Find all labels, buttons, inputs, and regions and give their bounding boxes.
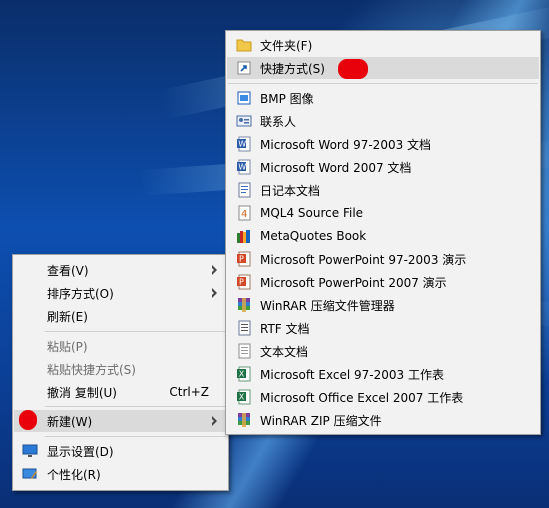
menu-item-shortcut: Ctrl+Z — [169, 385, 209, 399]
submenu-item-rtf[interactable]: RTF 文档 — [227, 317, 539, 339]
submenu-arrow-icon — [210, 288, 217, 298]
submenu-item-label: Microsoft Excel 97-2003 工作表 — [260, 367, 444, 382]
submenu-item-label: RTF 文档 — [260, 321, 310, 336]
menu-separator — [45, 331, 226, 332]
submenu-item-mql4[interactable]: 4 MQL4 Source File — [227, 202, 539, 224]
display-settings-icon — [22, 444, 38, 457]
submenu-item-label: MetaQuotes Book — [260, 229, 367, 243]
contact-icon — [236, 115, 252, 127]
submenu-item-label: 日记本文档 — [260, 183, 321, 198]
submenu-item-label: WinRAR ZIP 压缩文件 — [260, 413, 382, 428]
text-doc-icon — [238, 343, 251, 359]
submenu-item-folder[interactable]: 文件夹(F) — [227, 34, 539, 56]
powerpoint-ppt-icon: P — [237, 251, 251, 267]
submenu-item-winrar-zip[interactable]: WinRAR ZIP 压缩文件 — [227, 409, 539, 431]
menu-item-label: 粘贴(P) — [47, 339, 88, 354]
submenu-item-label: BMP 图像 — [260, 91, 314, 106]
menu-item-personalize[interactable]: 个性化(R) — [14, 463, 227, 485]
winrar-icon — [238, 298, 250, 312]
submenu-item-text-doc[interactable]: 文本文档 — [227, 340, 539, 362]
svg-text:X: X — [239, 393, 245, 402]
menu-item-paste-shortcut[interactable]: 粘贴快捷方式(S) — [14, 358, 227, 380]
menu-separator — [228, 83, 538, 84]
svg-text:W: W — [238, 140, 246, 149]
submenu-item-label: WinRAR 压缩文件管理器 — [260, 298, 395, 313]
submenu-item-shortcut[interactable]: 快捷方式(S) — [227, 57, 539, 79]
submenu-arrow-icon — [210, 416, 217, 426]
svg-text:P: P — [239, 255, 244, 264]
menu-item-label: 显示设置(D) — [47, 444, 114, 459]
svg-text:P: P — [239, 278, 244, 287]
menu-item-undo-copy[interactable]: 撤消 复制(U) Ctrl+Z — [14, 381, 227, 403]
word-doc-icon: W — [237, 136, 251, 152]
bmp-image-icon — [237, 91, 251, 105]
mql4-icon: 4 — [238, 205, 251, 221]
shortcut-icon — [237, 61, 251, 75]
word-docx-icon: W — [237, 159, 251, 175]
submenu-item-bmp[interactable]: BMP 图像 — [227, 87, 539, 109]
submenu-item-label: 快捷方式(S) — [260, 61, 325, 76]
menu-item-label: 新建(W) — [47, 414, 93, 429]
submenu-item-label: MQL4 Source File — [260, 206, 364, 220]
annotation-marker-new — [19, 410, 37, 430]
metaquotes-book-icon — [237, 230, 250, 243]
submenu-item-label: 文件夹(F) — [260, 38, 313, 53]
menu-separator — [45, 436, 226, 437]
submenu-item-ppt-97[interactable]: P Microsoft PowerPoint 97-2003 演示 — [227, 248, 539, 270]
winrar-zip-icon — [238, 413, 250, 427]
personalize-icon — [22, 468, 37, 479]
menu-item-paste[interactable]: 粘贴(P) — [14, 335, 227, 357]
folder-icon — [236, 39, 252, 52]
menu-item-label: 查看(V) — [47, 263, 89, 278]
submenu-item-excel-97[interactable]: X Microsoft Excel 97-2003 工作表 — [227, 363, 539, 385]
menu-item-new[interactable]: 新建(W) — [14, 410, 227, 432]
menu-item-label: 刷新(E) — [47, 309, 88, 324]
svg-text:X: X — [239, 370, 245, 379]
submenu-item-label: Microsoft PowerPoint 97-2003 演示 — [260, 252, 467, 267]
menu-item-sort-by[interactable]: 排序方式(O) — [14, 282, 227, 304]
submenu-item-journal[interactable]: 日记本文档 — [227, 179, 539, 201]
submenu-item-label: 文本文档 — [260, 344, 309, 359]
submenu-item-label: Microsoft Word 97-2003 文档 — [260, 137, 432, 152]
submenu-item-label: Microsoft Office Excel 2007 工作表 — [260, 390, 464, 405]
menu-item-label: 粘贴快捷方式(S) — [47, 362, 136, 377]
menu-separator — [45, 406, 226, 407]
submenu-item-ppt-2007[interactable]: P Microsoft PowerPoint 2007 演示 — [227, 271, 539, 293]
menu-item-label: 撤消 复制(U) — [47, 385, 117, 400]
submenu-arrow-icon — [210, 265, 217, 275]
submenu-item-label: Microsoft Word 2007 文档 — [260, 160, 412, 175]
menu-item-label: 排序方式(O) — [47, 286, 114, 301]
svg-text:W: W — [238, 163, 246, 172]
submenu-item-label: 联系人 — [260, 114, 297, 129]
submenu-item-contact[interactable]: 联系人 — [227, 110, 539, 132]
menu-item-display-settings[interactable]: 显示设置(D) — [14, 440, 227, 462]
desktop-context-menu: 查看(V) 排序方式(O) 刷新(E) 粘贴(P) 粘贴快捷方式(S) 撤消 复… — [12, 254, 229, 491]
powerpoint-pptx-icon: P — [237, 274, 251, 290]
menu-item-view[interactable]: 查看(V) — [14, 259, 227, 281]
submenu-item-metaquotes-book[interactable]: MetaQuotes Book — [227, 225, 539, 247]
submenu-item-excel-2007[interactable]: X Microsoft Office Excel 2007 工作表 — [227, 386, 539, 408]
svg-text:4: 4 — [241, 209, 247, 220]
excel-xlsx-icon: X — [237, 389, 251, 405]
journal-icon — [238, 182, 251, 198]
menu-item-refresh[interactable]: 刷新(E) — [14, 305, 227, 327]
menu-item-label: 个性化(R) — [47, 467, 101, 482]
excel-xls-icon: X — [237, 366, 251, 382]
submenu-item-winrar[interactable]: WinRAR 压缩文件管理器 — [227, 294, 539, 316]
submenu-item-label: Microsoft PowerPoint 2007 演示 — [260, 275, 447, 290]
annotation-marker-shortcut — [338, 59, 368, 79]
submenu-item-word-2007[interactable]: W Microsoft Word 2007 文档 — [227, 156, 539, 178]
new-submenu: 文件夹(F) 快捷方式(S) BMP 图像 联系人 W Microsoft Wo… — [225, 30, 541, 435]
rtf-icon — [238, 320, 251, 336]
submenu-item-word-97[interactable]: W Microsoft Word 97-2003 文档 — [227, 133, 539, 155]
